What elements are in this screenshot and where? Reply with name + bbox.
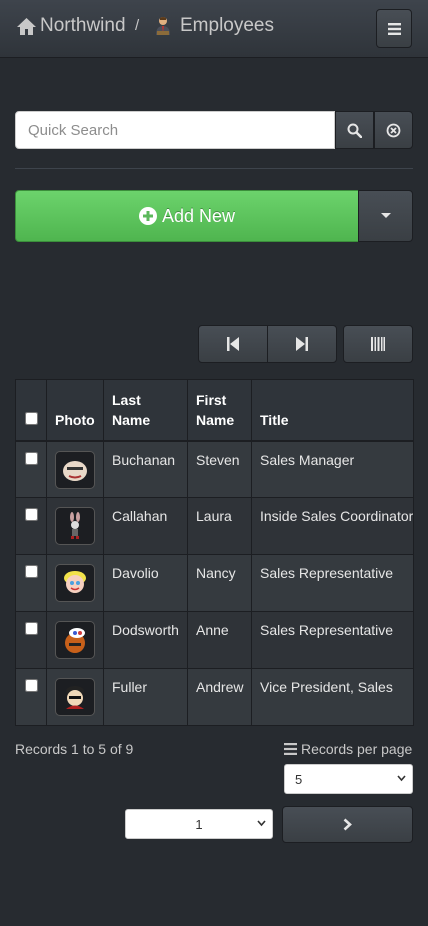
plus-circle-icon [138,207,157,225]
column-header-first-name[interactable]: First Name [187,379,252,442]
quick-search-input[interactable] [15,111,335,149]
avatar-icon [64,571,86,593]
list-icon [284,743,297,755]
header-text: First [196,391,227,408]
table-row[interactable]: Callahan Laura Inside Sales Coordinator [15,497,414,555]
breadcrumb-home[interactable]: Northwind [16,15,126,37]
first-name-cell: Laura [187,497,252,555]
last-name-cell: Dodsworth [103,611,188,669]
header-text: Name [196,411,235,428]
row-checkbox[interactable] [24,679,38,692]
employee-photo[interactable] [55,450,95,489]
caret-down-icon [380,213,391,218]
breadcrumb-home-label: Northwind [40,15,126,36]
navbar: Northwind / Employees [0,0,428,58]
column-chooser-button[interactable] [343,325,413,363]
photo-cell [46,611,104,669]
clear-search-button[interactable] [374,111,413,149]
columns-icon [371,337,385,351]
divider [15,168,413,169]
step-backward-icon [227,337,239,351]
header-text: Name [112,411,151,428]
photo-cell [46,440,104,498]
last-name-cell: Fuller [103,668,188,726]
first-page-button[interactable] [198,325,268,363]
add-new-label: Add New [161,205,236,226]
employees-table: Photo Last Name First Name Title Buchana… [15,379,414,726]
clear-circle-icon [386,123,401,137]
search-button[interactable] [335,111,374,149]
breadcrumb-current: Employees [154,15,274,37]
page-number-select[interactable]: 1 [125,809,273,839]
column-header-title[interactable]: Title [251,379,414,442]
records-per-page-select[interactable]: 5 [284,764,413,794]
select-all-checkbox[interactable] [24,411,38,425]
first-name-cell: Anne [187,611,252,669]
records-per-page-value: 5 [295,771,303,787]
records-per-page-text: Records per page [301,741,413,757]
title-cell: Vice President, Sales [251,668,414,726]
employee-photo[interactable] [55,678,95,716]
last-name-cell: Davolio [103,554,188,612]
menu-toggle-button[interactable] [376,9,412,48]
photo-cell [46,668,104,726]
chevron-right-icon [343,818,352,831]
last-name-cell: Callahan [103,497,188,555]
table-row[interactable]: Fuller Andrew Vice President, Sales [15,668,414,726]
row-select-cell [15,668,47,726]
step-forward-icon [296,337,308,351]
chevron-down-icon [397,775,406,782]
employee-photo[interactable] [55,507,95,545]
quick-search-group [15,111,413,149]
title-cell: Inside Sales Coordinator [251,497,414,555]
table-row[interactable]: Dodsworth Anne Sales Representative [15,611,414,669]
page-number-value: 1 [195,816,203,832]
title-cell: Sales Representative [251,554,414,612]
home-icon [17,17,36,35]
employee-icon [156,17,170,35]
column-header-last-name[interactable]: Last Name [103,379,188,442]
search-icon [347,123,362,138]
last-page-button[interactable] [267,325,337,363]
add-new-button[interactable]: Add New [15,190,359,242]
avatar-icon [65,628,85,653]
row-checkbox[interactable] [24,565,38,578]
row-select-cell [15,611,47,669]
chevron-down-icon [257,820,266,827]
first-name-cell: Nancy [187,554,252,612]
page-title: Employees [180,15,274,36]
avatar-icon [63,460,87,481]
next-page-button[interactable] [282,806,413,843]
row-select-cell [15,554,47,612]
photo-cell [46,554,104,612]
row-select-cell [15,440,47,498]
photo-cell [46,497,104,555]
table-header-row: Photo Last Name First Name Title [15,379,414,442]
avatar-icon [66,686,84,709]
row-checkbox[interactable] [24,451,38,465]
add-options-dropdown-button[interactable] [358,190,413,242]
avatar-icon [70,512,80,539]
breadcrumb-separator: / [135,17,140,34]
row-select-cell [15,497,47,555]
hamburger-icon [387,22,401,35]
table-row[interactable]: Davolio Nancy Sales Representative [15,554,414,612]
employee-photo[interactable] [55,564,95,602]
row-checkbox[interactable] [24,622,38,635]
select-all-cell [15,379,47,442]
title-cell: Sales Representative [251,611,414,669]
table-row[interactable]: Buchanan Steven Sales Manager [15,440,414,498]
row-checkbox[interactable] [24,508,38,521]
last-name-cell: Buchanan [103,440,188,498]
first-name-cell: Andrew [187,668,252,726]
records-summary: Records 1 to 5 of 9 [15,741,134,757]
employee-photo[interactable] [55,621,95,659]
first-name-cell: Steven [187,440,252,498]
column-header-photo[interactable]: Photo [46,379,104,442]
records-per-page-label: Records per page [284,741,412,757]
title-cell: Sales Manager [251,440,414,498]
header-text: Last [112,391,141,408]
